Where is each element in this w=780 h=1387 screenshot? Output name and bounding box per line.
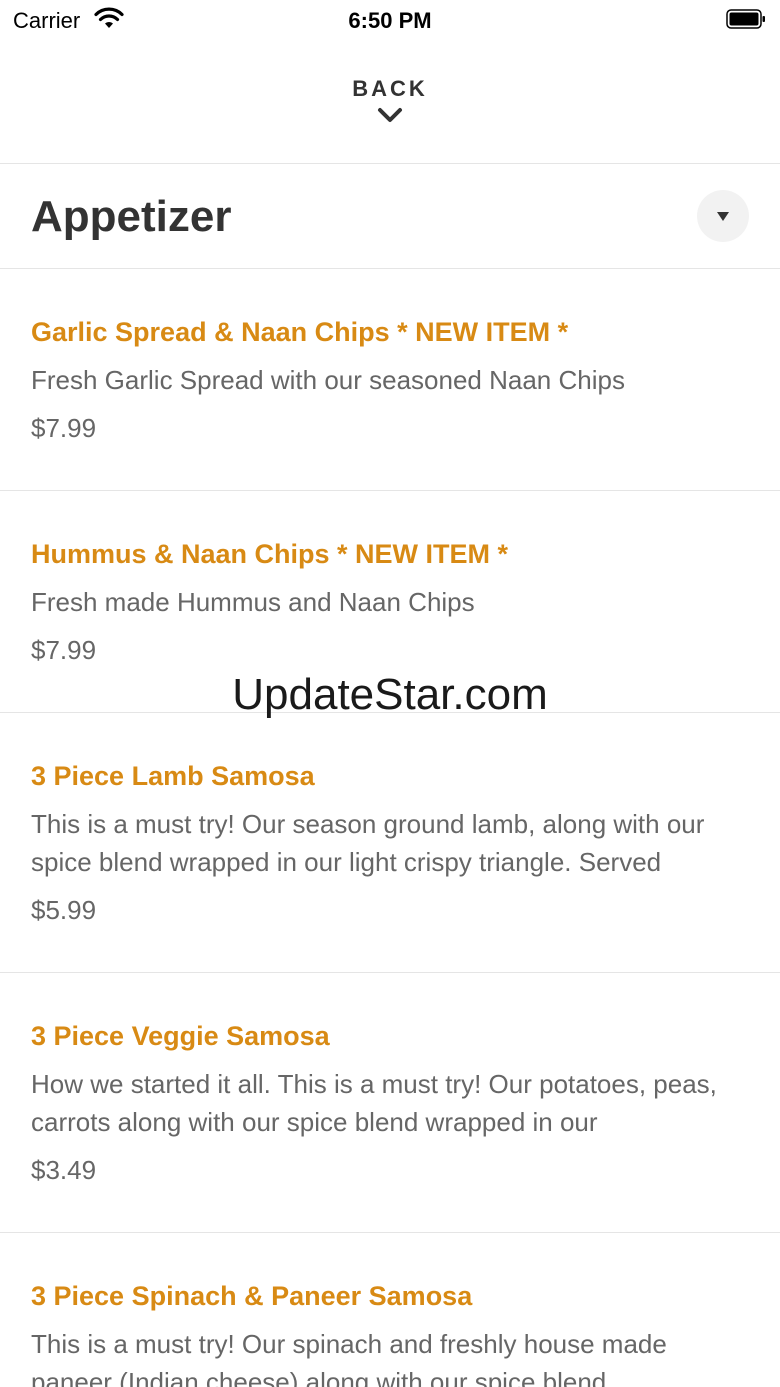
status-bar: Carrier 6:50 PM [0, 0, 780, 40]
category-header: Appetizer [0, 164, 780, 269]
category-title: Appetizer [31, 192, 232, 241]
item-name: 3 Piece Veggie Samosa [31, 1021, 330, 1051]
item-description: How we started it all. This is a must tr… [31, 1069, 717, 1137]
menu-list: Garlic Spread & Naan Chips * NEW ITEM * … [0, 269, 780, 1387]
item-price: $7.99 [31, 635, 97, 665]
menu-item[interactable]: Hummus & Naan Chips * NEW ITEM * Fresh m… [0, 491, 780, 713]
item-price: $5.99 [31, 895, 97, 925]
item-price: $3.49 [31, 1155, 97, 1185]
item-name: 3 Piece Lamb Samosa [31, 761, 315, 791]
caret-down-icon [717, 212, 729, 221]
item-description: Fresh Garlic Spread with our seasoned Na… [31, 365, 625, 395]
menu-item[interactable]: 3 Piece Veggie Samosa How we started it … [0, 973, 780, 1233]
menu-item[interactable]: 3 Piece Lamb Samosa This is a must try! … [0, 713, 780, 973]
back-label: BACK [352, 76, 428, 101]
category-dropdown-button[interactable] [697, 190, 749, 242]
item-description: This is a must try! Our season ground la… [31, 809, 705, 877]
item-description: Fresh made Hummus and Naan Chips [31, 587, 475, 617]
item-name: Garlic Spread & Naan Chips * NEW ITEM * [31, 317, 569, 347]
menu-item[interactable]: 3 Piece Spinach & Paneer Samosa This is … [0, 1233, 780, 1387]
item-description: This is a must try! Our spinach and fres… [31, 1329, 667, 1387]
battery-icon [726, 9, 765, 29]
item-name: 3 Piece Spinach & Paneer Samosa [31, 1281, 473, 1311]
item-name: Hummus & Naan Chips * NEW ITEM * [31, 539, 509, 569]
status-time: 6:50 PM [348, 8, 432, 33]
item-price: $7.99 [31, 413, 97, 443]
menu-item[interactable]: Garlic Spread & Naan Chips * NEW ITEM * … [0, 269, 780, 491]
back-button[interactable]: BACK [0, 60, 780, 164]
chevron-down-icon [378, 108, 402, 122]
